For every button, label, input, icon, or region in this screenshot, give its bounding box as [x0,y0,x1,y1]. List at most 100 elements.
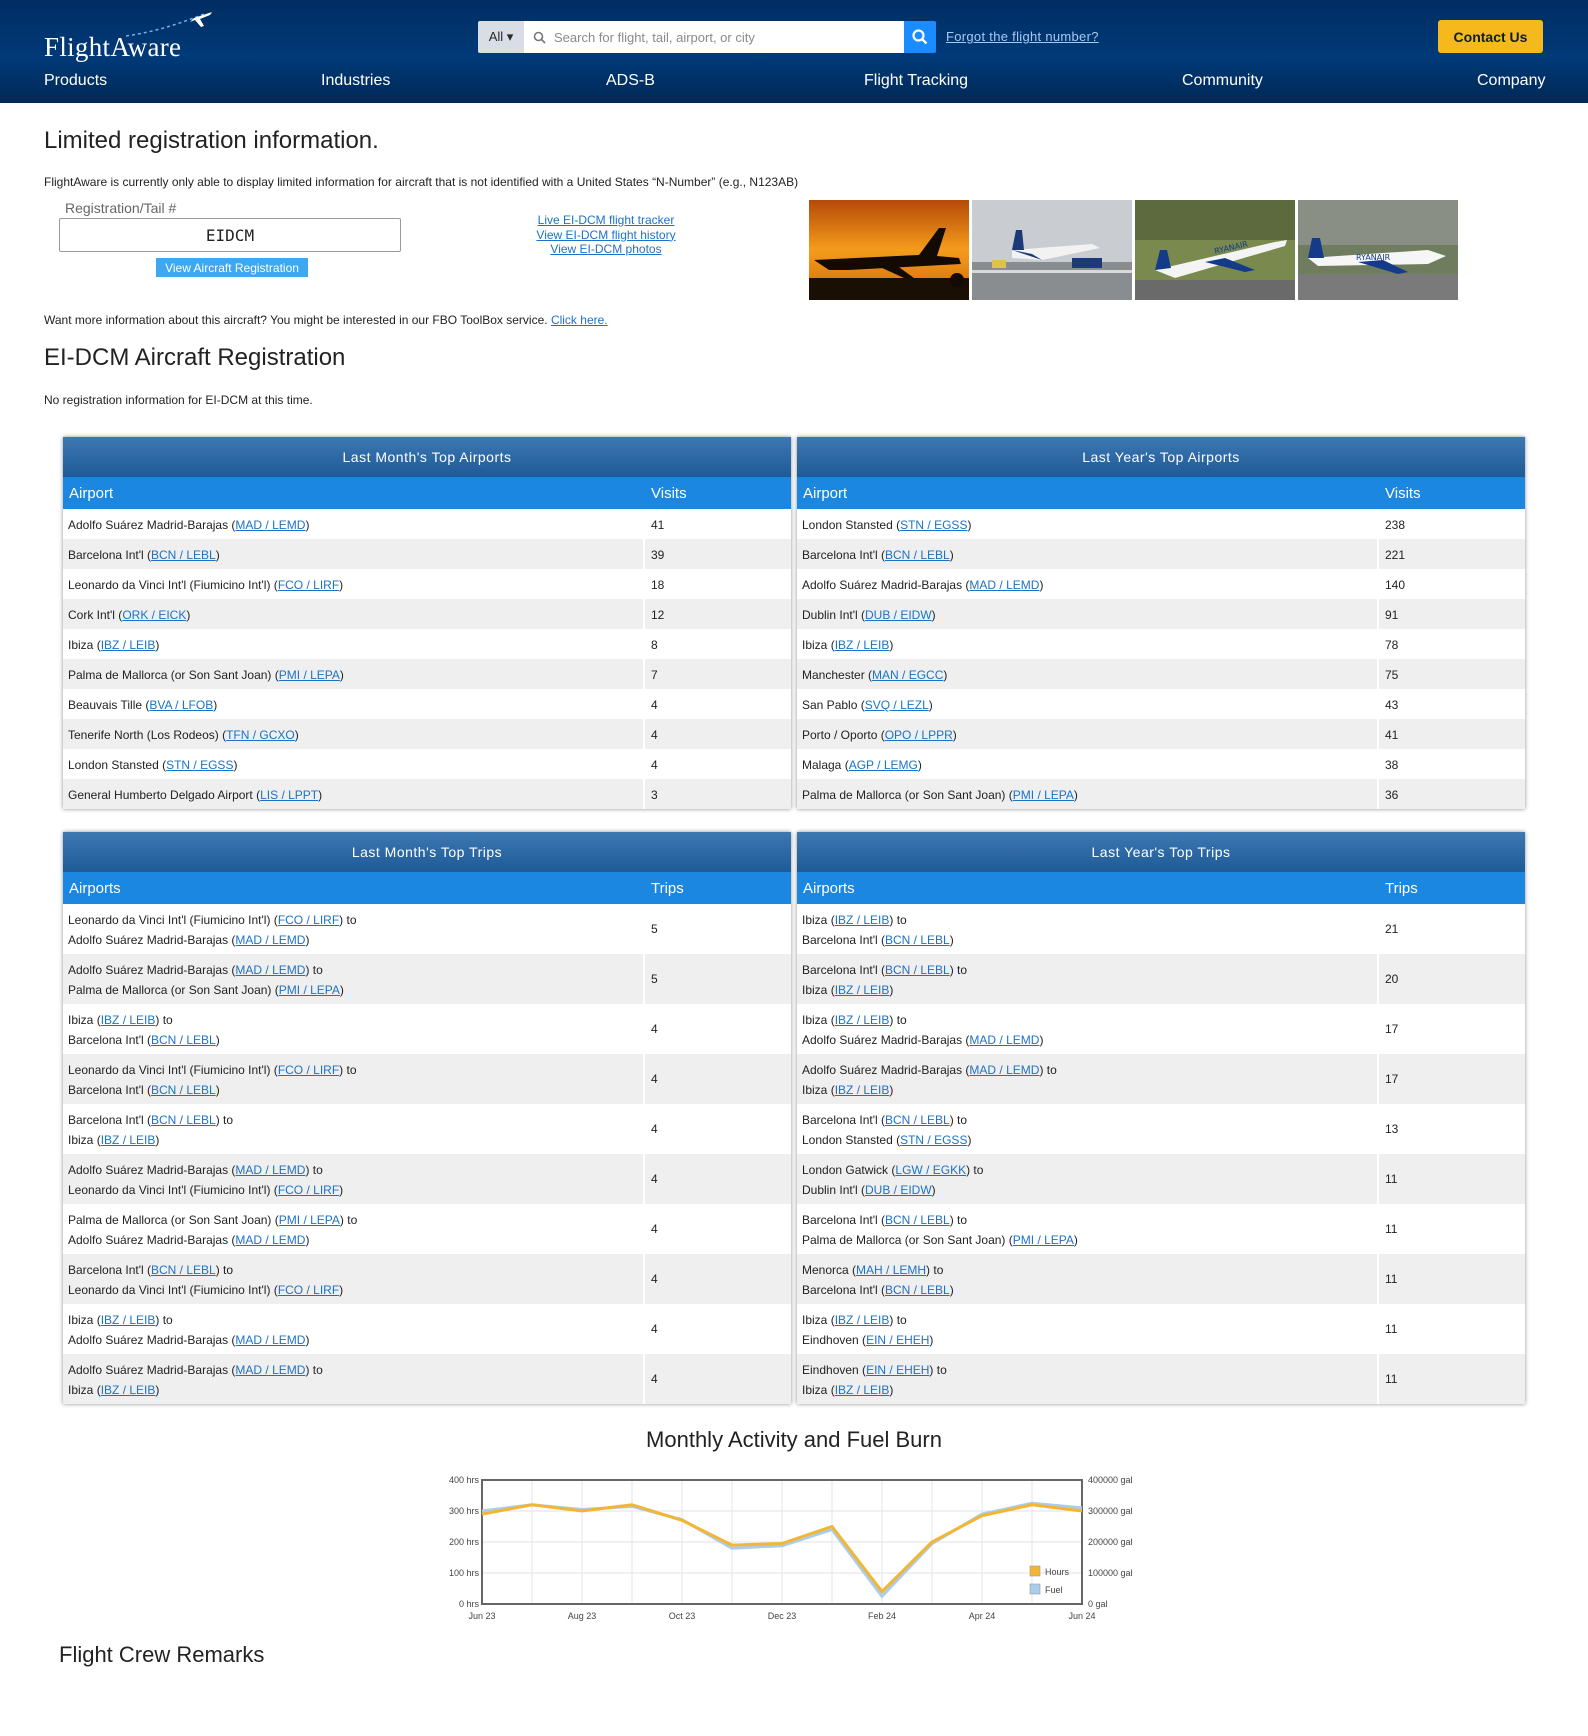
destination-code-link[interactable]: BCN / LEBL [885,933,950,947]
paren: ( [877,933,886,947]
airport-code-link[interactable]: STN / EGSS [166,758,233,772]
airport-code-link[interactable]: SVQ / LEZL [865,698,929,712]
destination-code-link[interactable]: FCO / LIRF [278,1283,339,1297]
photos-link[interactable]: View EI-DCM photos [500,242,712,257]
destination-code-link[interactable]: BCN / LEBL [151,1033,216,1047]
destination-code-link[interactable]: IBZ / LEIB [835,1383,890,1397]
row-count-cell: 20 [1385,972,1399,986]
origin-code-link[interactable]: EIN / EHEH [866,1363,929,1377]
airport-code-link[interactable]: IBZ / LEIB [101,638,156,652]
airport-code-link[interactable]: PMI / LEPA [279,668,340,682]
destination-name: Leonardo da Vinci Int'l (Fiumicino Int'l… [68,1283,271,1297]
destination-code-link[interactable]: MAD / LEMD [235,933,305,947]
row-airport-cell: Barcelona Int'l (BCN / LEBL) [68,548,220,562]
flightaware-logo[interactable]: FlightAware [44,10,212,62]
airport-code-link[interactable]: STN / EGSS [900,518,967,532]
airport-code-link[interactable]: BCN / LEBL [885,548,950,562]
origin-code-link[interactable]: MAD / LEMD [969,1063,1039,1077]
nav-community[interactable]: Community [1182,72,1263,90]
airport-code-link[interactable]: LIS / LPPT [260,788,318,802]
origin-name: Ibiza [68,1013,94,1027]
airport-code-link[interactable]: PMI / LEPA [1013,788,1074,802]
airport-code-link[interactable]: BVA / LFOB [149,698,213,712]
airport-code-link[interactable]: MAD / LEMD [235,518,305,532]
forgot-flight-number-link[interactable]: Forgot the flight number? [946,29,1099,44]
aircraft-photo-ground[interactable] [972,200,1132,300]
fbo-toolbox-link[interactable]: Click here. [551,313,608,327]
destination-code-link[interactable]: BCN / LEBL [885,1283,950,1297]
nav-company[interactable]: Company [1477,72,1545,90]
airport-code-link[interactable]: MAN / EGCC [872,668,943,682]
paren: ( [93,1383,101,1397]
destination-code-link[interactable]: IBZ / LEIB [101,1133,156,1147]
origin-code-link[interactable]: MAH / LEMH [856,1263,926,1277]
destination-code-link[interactable]: IBZ / LEIB [101,1383,156,1397]
destination-code-link[interactable]: PMI / LEPA [279,983,340,997]
destination-code-link[interactable]: EIN / EHEH [866,1333,929,1347]
paren: ) [889,1383,894,1397]
airport-code-link[interactable]: BCN / LEBL [151,548,216,562]
destination-code-link[interactable]: PMI / LEPA [1013,1233,1074,1247]
origin-code-link[interactable]: IBZ / LEIB [101,1313,156,1327]
destination-code-link[interactable]: IBZ / LEIB [835,1083,890,1097]
registration-input[interactable] [59,218,401,252]
origin-code-link[interactable]: IBZ / LEIB [835,1013,890,1027]
origin-code-link[interactable]: IBZ / LEIB [835,913,890,927]
airport-code-link[interactable]: IBZ / LEIB [835,638,890,652]
origin-code-link[interactable]: BCN / LEBL [885,1113,950,1127]
airport-code-link[interactable]: MAD / LEMD [969,578,1039,592]
destination-code-link[interactable]: FCO / LIRF [278,1183,339,1197]
view-aircraft-registration-button[interactable]: View Aircraft Registration [156,258,308,277]
origin-code-link[interactable]: PMI / LEPA [279,1213,340,1227]
paren: ) [949,1283,954,1297]
origin-code-link[interactable]: MAD / LEMD [235,1163,305,1177]
destination-code-link[interactable]: STN / EGSS [900,1133,967,1147]
origin-code-link[interactable]: MAD / LEMD [235,963,305,977]
airport-code-link[interactable]: AGP / LEMG [849,758,918,772]
aircraft-photo-sunset[interactable] [809,200,969,300]
row-airport-cell: Ibiza (IBZ / LEIB) to Barcelona Int'l (BC… [802,910,954,950]
paren: ) [155,1133,160,1147]
origin-code-link[interactable]: BCN / LEBL [885,963,950,977]
destination-name: Ibiza [68,1383,94,1397]
nav-flight-tracking[interactable]: Flight Tracking [864,72,968,90]
origin-code-link[interactable]: IBZ / LEIB [101,1013,156,1027]
origin-code-link[interactable]: LGW / EGKK [895,1163,966,1177]
search-scope-select[interactable]: All ▾ [478,21,524,53]
aircraft-photo-landing[interactable]: RYANAIR [1298,200,1458,300]
origin-code-link[interactable]: FCO / LIRF [278,913,339,927]
live-flight-tracker-link[interactable]: Live EI-DCM flight tracker [500,213,712,228]
destination-code-link[interactable]: DUB / EIDW [865,1183,932,1197]
destination-code-link[interactable]: MAD / LEMD [969,1033,1039,1047]
paren: ) [294,728,299,742]
paren: ( [158,758,167,772]
contact-us-button[interactable]: Contact Us [1438,20,1543,53]
paren: ) [215,1033,220,1047]
nav-ads-b[interactable]: ADS-B [606,72,655,90]
paren: ) [929,1333,934,1347]
origin-code-link[interactable]: IBZ / LEIB [835,1313,890,1327]
search-button[interactable] [904,21,936,53]
airport-code-link[interactable]: OPO / LPPR [885,728,953,742]
origin-code-link[interactable]: MAD / LEMD [235,1363,305,1377]
aircraft-photo-takeoff[interactable]: RYANAIR [1135,200,1295,300]
search-input[interactable] [554,29,894,45]
origin-code-link[interactable]: FCO / LIRF [278,1063,339,1077]
origin-code-link[interactable]: BCN / LEBL [151,1113,216,1127]
destination-code-link[interactable]: MAD / LEMD [235,1233,305,1247]
table-row: Leonardo da Vinci Int'l (Fiumicino Int'l… [63,1054,791,1104]
flight-history-link[interactable]: View EI-DCM flight history [500,228,712,243]
nav-industries[interactable]: Industries [321,72,390,90]
destination-code-link[interactable]: BCN / LEBL [151,1083,216,1097]
airport-code-link[interactable]: FCO / LIRF [278,578,339,592]
airport-code-link[interactable]: ORK / EICK [122,608,186,622]
table-row: Barcelona Int'l (BCN / LEBL) to Ibiza (IB… [63,1104,791,1154]
nav-products[interactable]: Products [44,72,107,90]
column-header-airport: Airport [803,485,848,502]
airport-code-link[interactable]: DUB / EIDW [865,608,932,622]
origin-code-link[interactable]: BCN / LEBL [885,1213,950,1227]
origin-code-link[interactable]: BCN / LEBL [151,1263,216,1277]
airport-code-link[interactable]: TFN / GCXO [226,728,295,742]
destination-code-link[interactable]: MAD / LEMD [235,1333,305,1347]
destination-code-link[interactable]: IBZ / LEIB [835,983,890,997]
